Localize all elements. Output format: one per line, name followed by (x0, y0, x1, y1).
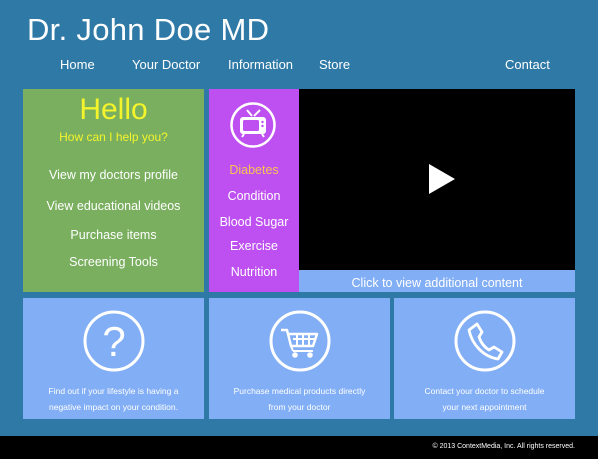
topic-nutrition[interactable]: Nutrition (209, 265, 299, 279)
shopping-cart-icon (269, 310, 330, 372)
video-player[interactable] (299, 89, 575, 270)
card-text-line: Find out if your lifestyle is having a (48, 386, 179, 396)
contact-card[interactable]: Contact your doctor to schedule your nex… (394, 298, 575, 419)
nav-your-doctor[interactable]: Your Doctor (132, 57, 200, 72)
topic-blood-sugar[interactable]: Blood Sugar (209, 215, 299, 229)
card-text-line: your next appointment (442, 402, 527, 412)
link-educational-videos[interactable]: View educational videos (23, 199, 204, 213)
tv-icon (230, 102, 276, 148)
site-title: Dr. John Doe MD (27, 12, 270, 47)
topic-diabetes[interactable]: Diabetes (209, 163, 299, 177)
help-subheading: How can I help you? (59, 130, 168, 144)
nav-contact[interactable]: Contact (505, 57, 550, 72)
lifestyle-card[interactable]: ? Find out if your lifestyle is having a… (23, 298, 204, 419)
card-text-line: Contact your doctor to schedule (424, 386, 545, 396)
topic-exercise[interactable]: Exercise (209, 239, 299, 253)
link-doctor-profile[interactable]: View my doctors profile (23, 168, 204, 182)
card-text-line: Purchase medical products directly (233, 386, 366, 396)
topic-condition[interactable]: Condition (209, 189, 299, 203)
hello-heading: Hello (79, 93, 148, 126)
link-purchase-items[interactable]: Purchase items (23, 228, 204, 242)
topics-panel: Diabetes Condition Blood Sugar Exercise … (209, 89, 299, 292)
welcome-panel: Hello How can I help you? View my doctor… (23, 89, 204, 292)
copyright-text: © 2013 ContextMedia, Inc. All rights res… (432, 443, 575, 450)
play-icon[interactable] (429, 164, 455, 194)
footer: © 2013 ContextMedia, Inc. All rights res… (0, 436, 598, 459)
purchase-card[interactable]: Purchase medical products directly from … (209, 298, 390, 419)
phone-icon (454, 310, 515, 372)
card-text-line: from your doctor (268, 402, 331, 412)
link-screening-tools[interactable]: Screening Tools (23, 255, 204, 269)
nav-home[interactable]: Home (60, 57, 95, 72)
question-mark-icon: ? (83, 310, 144, 372)
svg-text:?: ? (102, 318, 125, 365)
nav-information[interactable]: Information (228, 57, 293, 72)
nav-store[interactable]: Store (319, 57, 350, 72)
card-text-line: negative impact on your condition. (49, 402, 178, 412)
additional-content-link[interactable]: Click to view additional content (299, 270, 575, 292)
